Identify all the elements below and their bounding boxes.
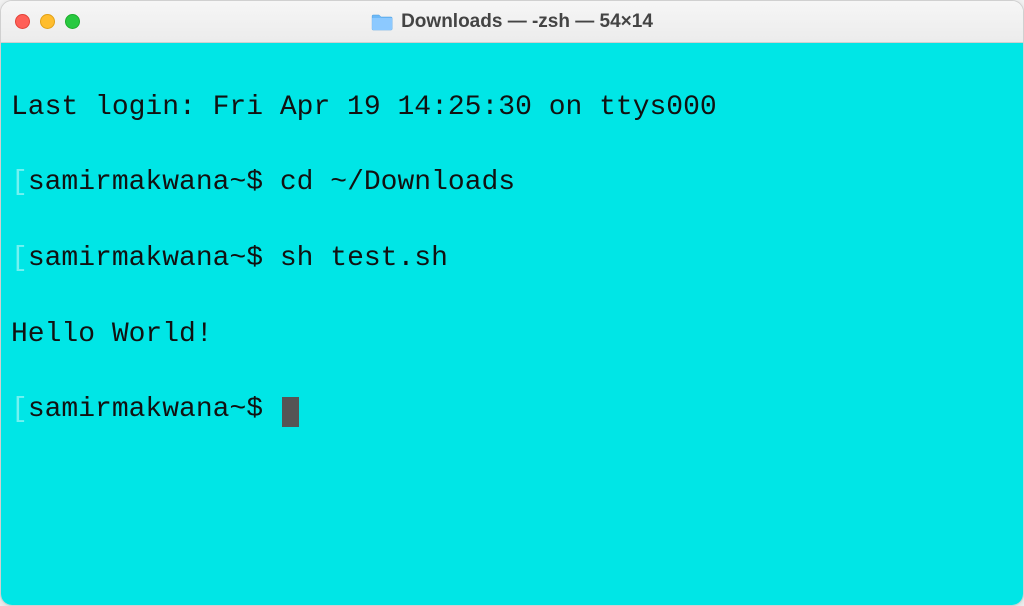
command-line-1: [samirmakwana~$ cd ~/Downloads xyxy=(11,164,1013,202)
command-2: sh test.sh xyxy=(280,243,448,274)
minimize-button[interactable] xyxy=(40,14,55,29)
last-login-line: Last login: Fri Apr 19 14:25:30 on ttys0… xyxy=(11,89,1013,127)
window-title: Downloads — -zsh — 54×14 xyxy=(401,11,653,33)
traffic-lights xyxy=(15,14,80,29)
bracket-open-3: [ xyxy=(11,394,28,425)
window-title-container: Downloads — -zsh — 54×14 xyxy=(371,11,653,33)
title-bar: Downloads — -zsh — 54×14 xyxy=(1,1,1023,43)
last-login-text: Last login: Fri Apr 19 14:25:30 on ttys0… xyxy=(11,92,717,123)
bracket-open-1: [ xyxy=(11,167,28,198)
command-line-2: [samirmakwana~$ sh test.sh xyxy=(11,240,1013,278)
bracket-open-2: [ xyxy=(11,243,28,274)
terminal-window: Downloads — -zsh — 54×14 Last login: Fri… xyxy=(0,0,1024,606)
maximize-button[interactable] xyxy=(65,14,80,29)
terminal-body[interactable]: Last login: Fri Apr 19 14:25:30 on ttys0… xyxy=(1,43,1023,605)
prompt-line-3: [samirmakwana~$ xyxy=(11,391,1013,429)
folder-icon xyxy=(371,13,393,31)
output-line-1: Hello World! xyxy=(11,316,1013,354)
prompt-1: samirmakwana~$ xyxy=(28,167,280,198)
close-button[interactable] xyxy=(15,14,30,29)
command-1: cd ~/Downloads xyxy=(280,167,515,198)
cursor xyxy=(282,397,299,427)
prompt-2: samirmakwana~$ xyxy=(28,243,280,274)
output-1: Hello World! xyxy=(11,319,213,350)
prompt-3: samirmakwana~$ xyxy=(28,394,280,425)
